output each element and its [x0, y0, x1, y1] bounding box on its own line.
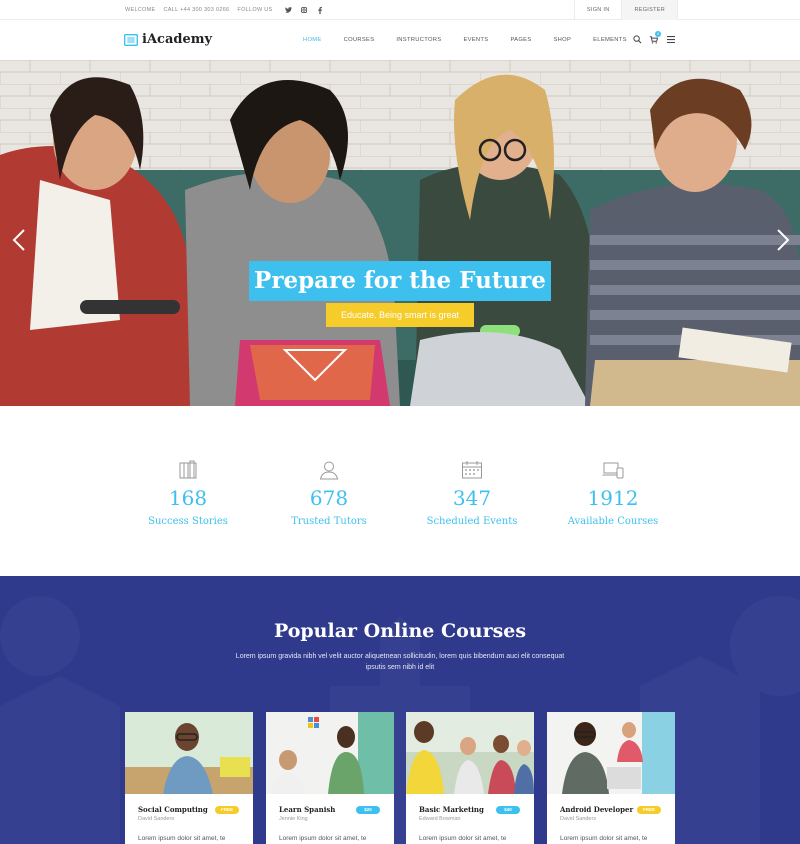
- hero-subtitle: Educate. Being smart is great: [326, 303, 474, 327]
- popular-courses-section: Popular Online Courses Lorem ipsum gravi…: [0, 576, 800, 844]
- price-badge: FREE: [215, 806, 239, 814]
- course-author: David Sanders: [138, 816, 175, 822]
- top-bar: WELCOME CALL +44 300 303 0266 FOLLOW US …: [0, 0, 800, 20]
- account-links: SIGN IN REGISTER: [573, 0, 678, 20]
- hero-next-arrow-icon[interactable]: [776, 228, 790, 252]
- main-navbar: iAcademy HOME COURSES INSTRUCTORS EVENTS…: [0, 20, 800, 60]
- social-links: [284, 6, 324, 14]
- user-icon: [319, 461, 339, 480]
- sign-in-link[interactable]: SIGN IN: [573, 0, 622, 20]
- course-card[interactable]: Learn Spanish Jennie King $20 Lorem ipsu…: [266, 712, 394, 844]
- price-badge: $20: [356, 806, 380, 814]
- course-excerpt: Lorem ipsum dolor sit amet, te: [560, 835, 648, 842]
- logo[interactable]: iAcademy: [124, 32, 212, 47]
- course-card[interactable]: Android Developer David Sanders FREE Lor…: [547, 712, 675, 844]
- hero-slider: Prepare for the Future Educate. Being sm…: [0, 60, 800, 406]
- devices-icon: [602, 462, 624, 479]
- course-title[interactable]: Social Computing: [138, 805, 208, 814]
- calendar-icon: [462, 461, 482, 479]
- stat-label: Success Stories: [148, 516, 228, 527]
- stats-section: 168 Success Stories 678 Trusted Tutors 3…: [0, 406, 800, 576]
- stat-label: Trusted Tutors: [291, 516, 367, 527]
- cart-count-badge: 0: [655, 31, 661, 37]
- welcome-text: WELCOME: [125, 7, 156, 13]
- stat-number: 168: [168, 486, 208, 510]
- stat-success-stories: 168 Success Stories: [118, 458, 258, 527]
- register-link[interactable]: REGISTER: [621, 0, 678, 20]
- course-title[interactable]: Android Developer: [560, 805, 633, 814]
- nav-shop[interactable]: SHOP: [553, 37, 571, 43]
- stat-number: 347: [452, 486, 492, 510]
- top-bar-info: WELCOME CALL +44 300 303 0266 FOLLOW US: [125, 0, 324, 20]
- twitter-icon[interactable]: [284, 7, 292, 14]
- courses-description: Lorem ipsum gravida nibh vel velit aucto…: [235, 653, 565, 671]
- logo-icon: [124, 33, 138, 46]
- hero-prev-arrow-icon[interactable]: [12, 228, 26, 252]
- campus-silhouette: [0, 596, 800, 844]
- price-badge: $40: [496, 806, 520, 814]
- stat-trusted-tutors: 678 Trusted Tutors: [259, 458, 399, 527]
- course-author: Jennie King: [279, 816, 308, 822]
- nav-home[interactable]: HOME: [303, 37, 322, 43]
- nav-instructors[interactable]: INSTRUCTORS: [396, 37, 441, 43]
- nav-pages[interactable]: PAGES: [510, 37, 531, 43]
- follow-text: FOLLOW US: [237, 7, 273, 13]
- course-thumbnail[interactable]: [547, 712, 675, 794]
- search-icon[interactable]: [633, 34, 642, 44]
- stat-available-courses: 1912 Available Courses: [543, 458, 683, 527]
- nav-events[interactable]: EVENTS: [463, 37, 488, 43]
- course-author: David Sanders: [560, 816, 597, 822]
- hero-image: [0, 60, 800, 406]
- stat-label: Scheduled Events: [426, 516, 518, 527]
- facebook-icon[interactable]: [317, 6, 324, 14]
- course-author: Edward Bowman: [419, 816, 461, 822]
- course-title[interactable]: Basic Marketing: [419, 805, 484, 814]
- hero-title: Prepare for the Future: [249, 261, 551, 301]
- course-title[interactable]: Learn Spanish: [279, 805, 335, 814]
- course-thumbnail[interactable]: [266, 712, 394, 794]
- course-card[interactable]: Basic Marketing Edward Bowman $40 Lorem …: [406, 712, 534, 844]
- book-icon: [179, 460, 197, 479]
- price-badge: FREE: [637, 806, 661, 814]
- course-card[interactable]: Social Computing David Sanders FREE Lore…: [125, 712, 253, 844]
- main-nav: HOME COURSES INSTRUCTORS EVENTS PAGES SH…: [303, 20, 649, 60]
- logo-text: iAcademy: [142, 32, 213, 47]
- nav-icons: 0: [633, 31, 675, 44]
- cart-button[interactable]: 0: [649, 31, 661, 44]
- course-thumbnail[interactable]: [406, 712, 534, 794]
- stat-scheduled-events: 347 Scheduled Events: [402, 458, 542, 527]
- stat-number: 1912: [587, 486, 639, 510]
- course-excerpt: Lorem ipsum dolor sit amet, te: [419, 835, 507, 842]
- phone-text: CALL +44 300 303 0266: [163, 7, 230, 13]
- courses-heading: Popular Online Courses: [273, 620, 527, 642]
- stat-label: Available Courses: [567, 516, 659, 527]
- nav-elements[interactable]: ELEMENTS: [593, 37, 627, 43]
- course-excerpt: Lorem ipsum dolor sit amet, te: [279, 835, 367, 842]
- nav-courses[interactable]: COURSES: [344, 37, 375, 43]
- menu-icon[interactable]: [667, 35, 675, 43]
- course-excerpt: Lorem ipsum dolor sit amet, te: [138, 835, 226, 842]
- instagram-icon[interactable]: [301, 7, 308, 14]
- course-thumbnail[interactable]: [125, 712, 253, 794]
- stat-number: 678: [309, 486, 349, 510]
